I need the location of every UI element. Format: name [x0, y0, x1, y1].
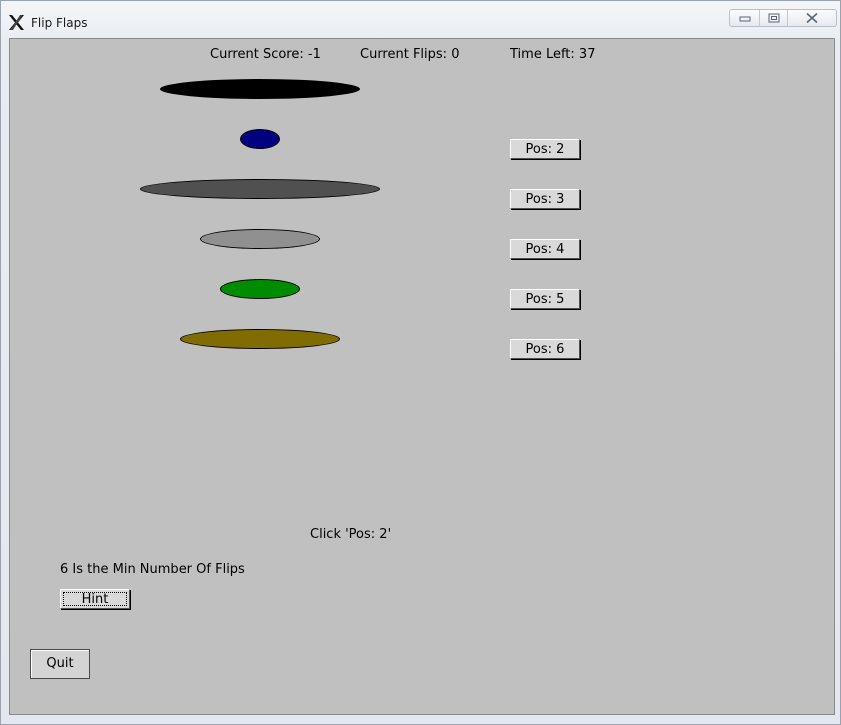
instruction-message: Click 'Pos: 2' — [310, 527, 392, 542]
pos-4-button-label: Pos: 4 — [525, 241, 565, 257]
game-canvas: Current Score: -1 Current Flips: 0 Time … — [9, 38, 835, 715]
quit-button[interactable]: Quit — [30, 649, 90, 679]
minimize-button[interactable] — [730, 10, 760, 26]
flap-position-4 — [200, 229, 320, 249]
x-app-icon — [9, 15, 24, 30]
game-window: Flip Flaps Current Score: -1 Current Fli… — [0, 0, 841, 725]
pos-3-button-label: Pos: 3 — [525, 191, 565, 207]
current-score-label: Current Score: -1 — [210, 47, 321, 62]
flap-position-3 — [140, 179, 380, 199]
maximize-button[interactable] — [760, 10, 788, 26]
window-controls — [729, 9, 837, 27]
pos-6-button-label: Pos: 6 — [525, 341, 565, 357]
pos-6-button[interactable]: Pos: 6 — [510, 339, 580, 359]
window-title: Flip Flaps — [31, 16, 88, 30]
min-flips-message: 6 Is the Min Number Of Flips — [60, 562, 245, 577]
time-left-label: Time Left: 37 — [510, 47, 596, 62]
focus-ring — [63, 592, 127, 606]
pos-5-button-label: Pos: 5 — [525, 291, 565, 307]
hint-button[interactable]: Hint — [60, 589, 130, 609]
close-button[interactable] — [788, 10, 836, 26]
flap-position-1 — [160, 79, 360, 99]
pos-2-button[interactable]: Pos: 2 — [510, 139, 580, 159]
pos-5-button[interactable]: Pos: 5 — [510, 289, 580, 309]
pos-3-button[interactable]: Pos: 3 — [510, 189, 580, 209]
flap-position-6 — [180, 329, 340, 349]
quit-button-label: Quit — [46, 656, 74, 671]
flap-position-5 — [220, 279, 300, 299]
pos-2-button-label: Pos: 2 — [525, 141, 565, 157]
flap-position-2 — [240, 129, 280, 149]
minimize-icon — [739, 16, 750, 22]
title-bar[interactable]: Flip Flaps — [1, 1, 840, 37]
maximize-icon — [768, 13, 779, 23]
current-flips-label: Current Flips: 0 — [360, 47, 460, 62]
close-icon — [806, 13, 818, 23]
pos-4-button[interactable]: Pos: 4 — [510, 239, 580, 259]
